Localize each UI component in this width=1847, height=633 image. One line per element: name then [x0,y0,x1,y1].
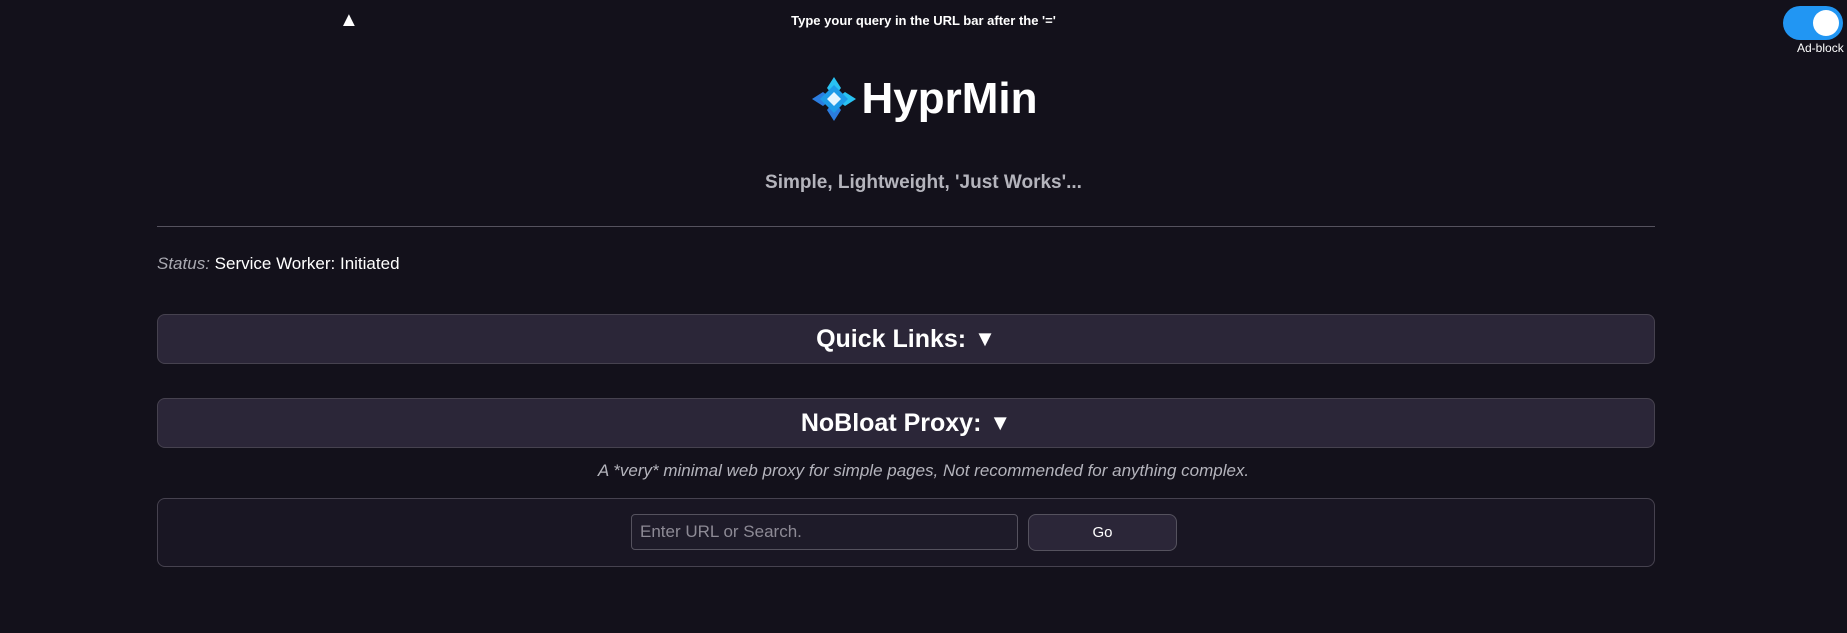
nobloat-proxy-label: NoBloat Proxy: [800,408,982,437]
toggle-knob [1813,10,1839,36]
proxy-form: Go [157,498,1655,567]
brand-header: HyprMin [0,74,1847,124]
triangle-down-icon: ▼ [974,326,996,351]
diamond-flower-icon [811,77,856,121]
tagline: Simple, Lightweight, 'Just Works'... [765,172,1082,193]
quick-links-label: Quick Links: [816,324,967,353]
triangle-down-icon: ▼ [989,410,1012,435]
status-line: Status: Service Worker: Initiated [157,254,400,274]
page: ▲ Type your query in the URL bar after t… [0,0,1847,633]
brand-name: HyprMin [861,74,1038,123]
adblock-toggle-group: Ad-block [1783,6,1847,55]
url-hint: Type your query in the URL bar after the… [791,13,1056,28]
adblock-toggle[interactable] [1783,6,1843,40]
nobloat-proxy-toggle[interactable]: NoBloat Proxy: ▼ [157,398,1655,448]
go-button[interactable]: Go [1028,514,1177,551]
url-search-input[interactable] [631,514,1018,550]
status-label: Status: [157,254,210,273]
proxy-description: A *very* minimal web proxy for simple pa… [597,461,1250,480]
adblock-label: Ad-block [1797,41,1844,55]
status-value: Service Worker: Initiated [214,254,400,273]
quick-links-toggle[interactable]: Quick Links: ▼ [157,314,1655,364]
divider [157,226,1655,227]
